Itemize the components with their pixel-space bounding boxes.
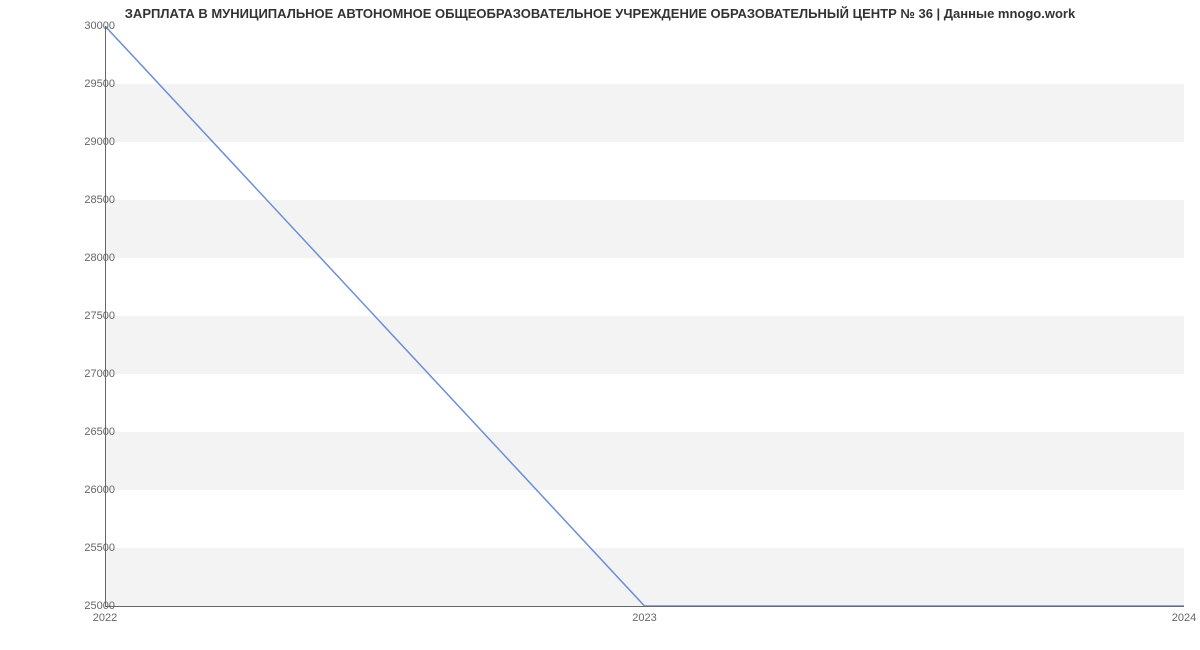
chart-title: ЗАРПЛАТА В МУНИЦИПАЛЬНОЕ АВТОНОМНОЕ ОБЩЕ… (0, 6, 1200, 21)
plot-area (105, 26, 1184, 606)
data-series (105, 26, 1184, 606)
x-tick-label: 2024 (1172, 612, 1196, 624)
x-tick-label: 2022 (93, 612, 117, 624)
y-axis (105, 26, 106, 606)
x-tick-label: 2023 (632, 612, 656, 624)
x-axis (105, 606, 1184, 607)
